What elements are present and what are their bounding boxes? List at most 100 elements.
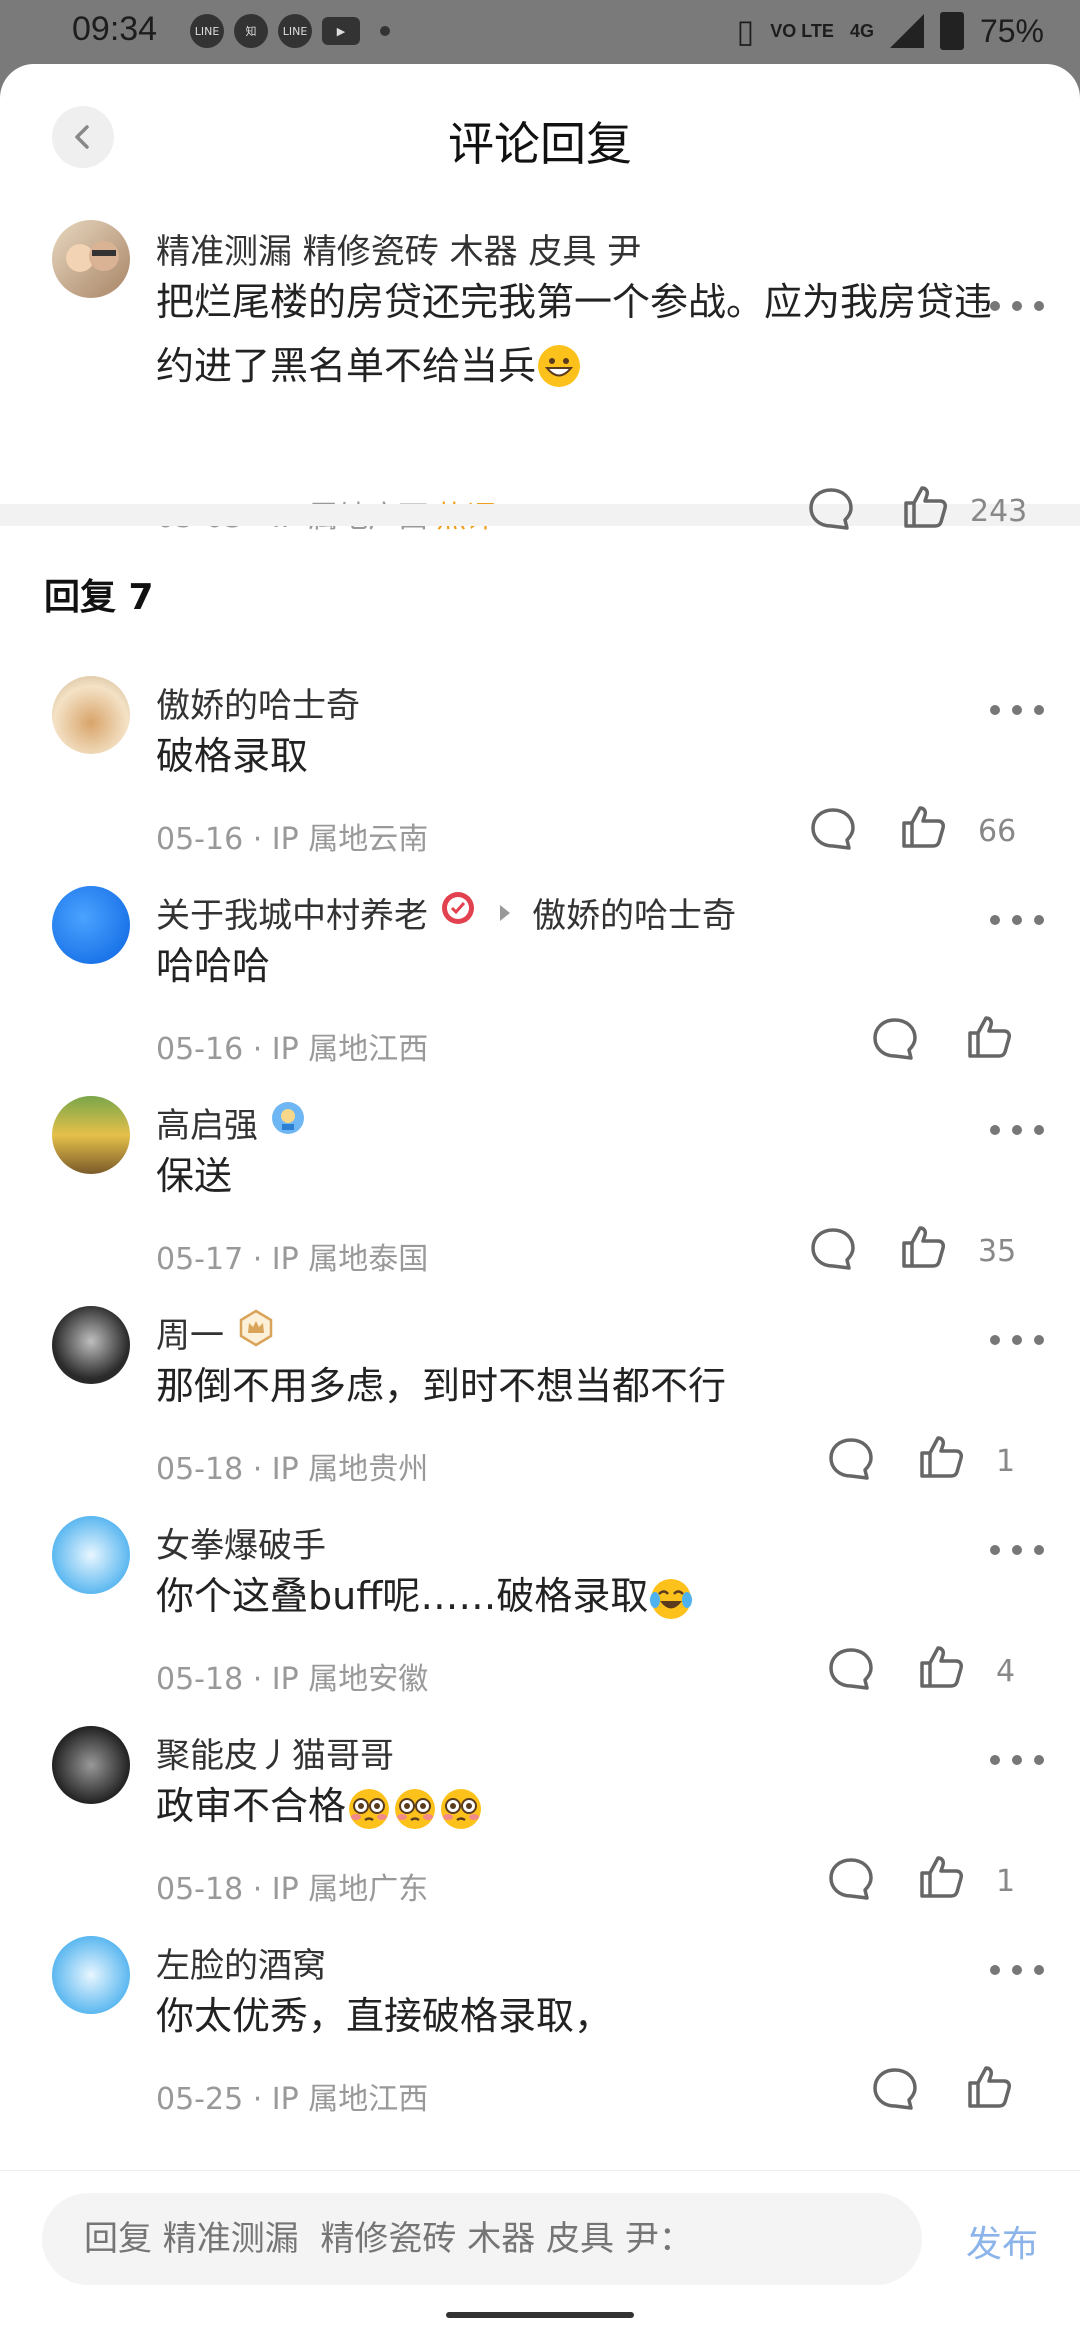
like-count: 4 <box>996 1654 1016 1689</box>
like-count: 1 <box>996 1864 1016 1899</box>
home-indicator[interactable] <box>446 2312 634 2318</box>
reply-author[interactable]: 左脸的酒窝 <box>156 1938 326 1987</box>
more-options-button[interactable] <box>990 1750 1044 1770</box>
zhihu-app-icon: 知 <box>234 14 268 48</box>
reply-text: 破格录取 <box>156 734 309 778</box>
reply-text: 哈哈哈 <box>156 944 271 988</box>
status-bar: 09:34 LINE 知 LINE ▶ ▯ VO LTE 4G 75% <box>0 0 1080 62</box>
reply-author[interactable]: 女拳爆破手 <box>156 1518 326 1567</box>
reply-meta: 05-17 · IP 属地泰国 <box>156 1242 429 1277</box>
reply-text: 政审不合格 <box>156 1784 347 1828</box>
line-app-icon: LINE <box>278 14 312 48</box>
reply-author[interactable]: 周一 <box>156 1308 224 1357</box>
reply-author[interactable]: 关于我城中村养老 <box>156 888 428 937</box>
comment-icon[interactable] <box>870 2064 920 2114</box>
network-type: 4G <box>849 20 874 41</box>
comment-icon[interactable] <box>870 1014 920 1064</box>
comment-icon[interactable] <box>808 1224 858 1274</box>
status-time: 09:34 <box>72 10 158 48</box>
comment-icon[interactable] <box>826 1644 876 1694</box>
thumbs-up-icon[interactable] <box>900 482 950 532</box>
like-count: 243 <box>970 494 1028 529</box>
reply-author-row: 关于我城中村养老 傲娇的哈士奇 <box>156 888 736 937</box>
comment-author[interactable]: 精准测漏 精修瓷砖 木器 皮具 尹 <box>156 224 641 273</box>
vibrate-icon: ▯ <box>736 13 755 49</box>
reply-text: 你太优秀，直接破格录取， <box>156 1994 613 2038</box>
header: 评论回复 <box>0 64 1080 204</box>
more-options-button[interactable] <box>990 296 1044 316</box>
reply-author-row: 傲娇的哈士奇 <box>156 678 360 727</box>
battery-icon <box>939 12 964 50</box>
crown-badge-icon <box>236 1308 276 1357</box>
thumbs-up-icon[interactable] <box>916 1642 966 1692</box>
more-options-button[interactable] <box>990 700 1044 720</box>
more-options-button[interactable] <box>990 1330 1044 1350</box>
reply-author[interactable]: 聚能皮丿猫哥哥 <box>156 1728 394 1777</box>
more-options-button[interactable] <box>990 1960 1044 1980</box>
more-options-button[interactable] <box>990 910 1044 930</box>
reply-author-row: 聚能皮丿猫哥哥 <box>156 1728 394 1777</box>
reply-author-row: 左脸的酒窝 <box>156 1938 326 1987</box>
comment-text-line: 把烂尾楼的房贷还完我第一个参战。应为我房贷违 <box>156 280 993 324</box>
publish-button[interactable]: 发布 <box>966 2215 1038 2267</box>
avatar[interactable] <box>52 1306 130 1384</box>
more-options-button[interactable] <box>990 1120 1044 1140</box>
more-notifications-icon <box>380 26 390 36</box>
reply-text-row: 那倒不用多虑，到时不想当都不行 <box>156 1354 726 1418</box>
reply-text-row: 保送 <box>156 1144 232 1208</box>
thumbs-up-icon[interactable] <box>964 2062 1014 2112</box>
comment-reply-sheet: 评论回复 精准测漏 精修瓷砖 木器 皮具 尹 把烂尾楼的房贷还完我第一个参战。应… <box>0 64 1080 2340</box>
reply-meta: 05-18 · IP 属地广东 <box>156 1872 429 1907</box>
like-count: 1 <box>996 1444 1016 1479</box>
avatar[interactable] <box>52 1726 130 1804</box>
comment-text: 把烂尾楼的房贷还完我第一个参战。应为我房贷违 约进了黑名单不给当兵 <box>156 270 992 398</box>
grin-emoji-icon <box>538 345 581 387</box>
medal-badge-icon <box>270 1100 306 1145</box>
comment-icon[interactable] <box>826 1434 876 1484</box>
comment-icon[interactable] <box>826 1854 876 1904</box>
thumbs-up-icon[interactable] <box>964 1012 1014 1062</box>
reply-meta: 05-18 · IP 属地贵州 <box>156 1452 429 1487</box>
reply-input[interactable] <box>42 2193 922 2285</box>
avatar[interactable] <box>52 1936 130 2014</box>
tears-of-joy-emoji-icon <box>648 1564 694 1628</box>
reply-author-row: 女拳爆破手 <box>156 1518 326 1567</box>
avatar[interactable] <box>52 220 130 298</box>
reply-text: 那倒不用多虑，到时不想当都不行 <box>156 1364 727 1408</box>
thumbs-up-icon[interactable] <box>898 802 948 852</box>
reply-author-row: 高启强 <box>156 1098 306 1147</box>
thumbs-up-icon[interactable] <box>898 1222 948 1272</box>
reply-arrow-icon <box>500 904 510 921</box>
flushed-emoji-icon <box>438 1774 484 1838</box>
reply-count-heading: 回复 7 <box>44 577 154 618</box>
comment-icon[interactable] <box>806 484 856 534</box>
avatar[interactable] <box>52 676 130 754</box>
youtube-app-icon: ▶ <box>322 17 360 45</box>
avatar[interactable] <box>52 886 130 964</box>
like-count: 66 <box>978 814 1017 849</box>
volte-icon: VO LTE <box>770 20 834 41</box>
reply-text-row: 政审不合格 <box>156 1774 484 1838</box>
more-options-button[interactable] <box>990 1540 1044 1560</box>
reply-meta: 05-16 · IP 属地江西 <box>156 1032 429 1067</box>
thumbs-up-icon[interactable] <box>916 1852 966 1902</box>
comment-text-line: 约进了黑名单不给当兵 <box>156 344 537 388</box>
reply-target[interactable]: 傲娇的哈士奇 <box>532 888 736 937</box>
signal-icon <box>889 14 924 48</box>
flushed-emoji-icon <box>392 1774 438 1838</box>
notification-icons: LINE 知 LINE ▶ <box>190 14 390 48</box>
reply-text: 保送 <box>156 1154 233 1198</box>
reply-author[interactable]: 高启强 <box>156 1098 258 1147</box>
thumbs-up-icon[interactable] <box>916 1432 966 1482</box>
flushed-emoji-icon <box>346 1774 392 1838</box>
battery-level: 75% <box>979 12 1044 49</box>
avatar[interactable] <box>52 1096 130 1174</box>
avatar[interactable] <box>52 1516 130 1594</box>
comment-icon[interactable] <box>808 804 858 854</box>
line-app-icon: LINE <box>190 14 224 48</box>
page-title: 评论回复 <box>448 117 632 171</box>
reply-meta: 05-18 · IP 属地安徽 <box>156 1662 429 1697</box>
reply-meta: 05-25 · IP 属地江西 <box>156 2082 429 2117</box>
reply-text-row: 哈哈哈 <box>156 934 270 998</box>
reply-author[interactable]: 傲娇的哈士奇 <box>156 678 360 727</box>
